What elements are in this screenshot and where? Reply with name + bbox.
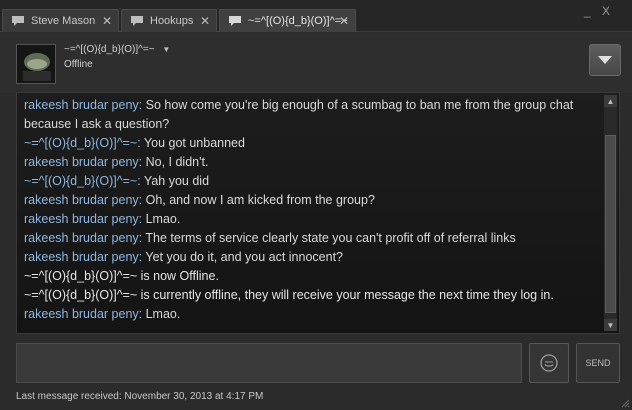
- message-sender[interactable]: rakeesh brudar peny: [24, 155, 139, 169]
- message-text: The terms of service clearly state you c…: [145, 231, 516, 245]
- chat-message: rakeesh brudar peny: Oh, and now I am ki…: [24, 191, 602, 210]
- message-text: Yet you do it, and you act innocent?: [145, 250, 343, 264]
- smiley-icon: [540, 354, 558, 372]
- message-text: Yah you did: [143, 174, 210, 188]
- message-sender[interactable]: rakeesh brudar peny: [24, 250, 139, 264]
- scroll-thumb[interactable]: [605, 135, 616, 313]
- minimize-button[interactable]: _: [584, 4, 591, 18]
- title-bar: Steve Mason ✕ Hookups ✕ ~=^[(O){d_b}(O)]…: [0, 0, 632, 32]
- chat-message: ~=^[(O){d_b}(O)]^=~: You got unbanned: [24, 134, 602, 153]
- scroll-up-arrow-icon[interactable]: ▲: [604, 95, 617, 107]
- message-list: rakeesh brudar peny: So how come you're …: [24, 96, 602, 324]
- sender-separator: :: [137, 174, 144, 188]
- sender-separator: :: [138, 155, 146, 169]
- close-icon[interactable]: ✕: [102, 14, 112, 28]
- close-window-button[interactable]: X: [602, 4, 610, 18]
- chat-log-panel: rakeesh brudar peny: So how come you're …: [16, 92, 620, 334]
- last-message-received: Last message received: November 30, 2013…: [16, 391, 264, 402]
- friend-name: ~=^[(O){d_b}(O)]^=~: [64, 44, 155, 55]
- avatar-image: [17, 45, 55, 83]
- friend-status: Offline: [64, 59, 93, 70]
- chat-options-button[interactable]: [589, 44, 621, 76]
- send-button[interactable]: SEND: [576, 343, 620, 383]
- chevron-down-icon: [598, 56, 612, 64]
- friend-name-row[interactable]: ~=^[(O){d_b}(O)]^=~ ▼: [64, 44, 170, 55]
- message-text: ~=^[(O){d_b}(O)]^=~ is currently offline…: [24, 288, 554, 302]
- chat-bubble-icon: [229, 16, 241, 26]
- tab-steve-mason[interactable]: Steve Mason ✕: [2, 9, 119, 32]
- resize-grip-icon[interactable]: [620, 398, 630, 408]
- chat-message: rakeesh brudar peny: The terms of servic…: [24, 229, 602, 248]
- tab-label: Steve Mason: [31, 15, 96, 27]
- message-text: Lmao.: [145, 212, 181, 226]
- scrollbar[interactable]: ▲ ▼: [604, 95, 617, 331]
- chat-message: rakeesh brudar peny: Yet you do it, and …: [24, 248, 602, 267]
- message-sender[interactable]: rakeesh brudar peny: [24, 231, 139, 245]
- sender-separator: :: [138, 307, 146, 321]
- chevron-down-icon[interactable]: ▼: [162, 45, 170, 54]
- scroll-down-arrow-icon[interactable]: ▼: [604, 319, 617, 331]
- sender-separator: :: [138, 98, 146, 112]
- message-sender[interactable]: rakeesh brudar peny: [24, 307, 139, 321]
- system-message: ~=^[(O){d_b}(O)]^=~ is now Offline.: [24, 267, 602, 286]
- close-icon[interactable]: ✕: [339, 14, 349, 28]
- chat-message: rakeesh brudar peny: Lmao.: [24, 210, 602, 229]
- chat-bubble-icon: [131, 16, 143, 26]
- tab-label: ~=^[(O){d_b}(O)]^=~: [248, 15, 348, 27]
- message-text: Lmao.: [145, 307, 181, 321]
- message-sender[interactable]: ~=^[(O){d_b}(O)]^=~: [24, 174, 137, 188]
- message-sender[interactable]: rakeesh brudar peny: [24, 98, 139, 112]
- chat-bubble-icon: [12, 16, 24, 26]
- message-sender[interactable]: rakeesh brudar peny: [24, 212, 139, 226]
- tab-active-chat[interactable]: ~=^[(O){d_b}(O)]^=~ ✕: [219, 9, 356, 32]
- avatar[interactable]: [16, 44, 56, 84]
- chat-message: rakeesh brudar peny: Lmao.: [24, 305, 602, 324]
- emoticon-button[interactable]: [529, 343, 569, 383]
- message-input[interactable]: [16, 343, 522, 383]
- sender-separator: :: [137, 136, 144, 150]
- message-text: ~=^[(O){d_b}(O)]^=~ is now Offline.: [24, 269, 219, 283]
- sender-separator: :: [138, 193, 146, 207]
- chat-message: rakeesh brudar peny: So how come you're …: [24, 96, 602, 134]
- message-text: You got unbanned: [143, 136, 245, 150]
- message-sender[interactable]: rakeesh brudar peny: [24, 193, 139, 207]
- system-message: ~=^[(O){d_b}(O)]^=~ is currently offline…: [24, 286, 602, 305]
- tab-hookups[interactable]: Hookups ✕: [121, 9, 217, 32]
- close-icon[interactable]: ✕: [200, 14, 210, 28]
- sender-separator: :: [138, 212, 146, 226]
- chat-message: ~=^[(O){d_b}(O)]^=~: Yah you did: [24, 172, 602, 191]
- chat-header: ~=^[(O){d_b}(O)]^=~ ▼ Offline: [0, 33, 632, 93]
- message-text: Oh, and now I am kicked from the group?: [145, 193, 375, 207]
- message-sender[interactable]: ~=^[(O){d_b}(O)]^=~: [24, 136, 137, 150]
- chat-message: rakeesh brudar peny: No, I didn't.: [24, 153, 602, 172]
- tab-label: Hookups: [150, 15, 194, 27]
- message-text: No, I didn't.: [145, 155, 209, 169]
